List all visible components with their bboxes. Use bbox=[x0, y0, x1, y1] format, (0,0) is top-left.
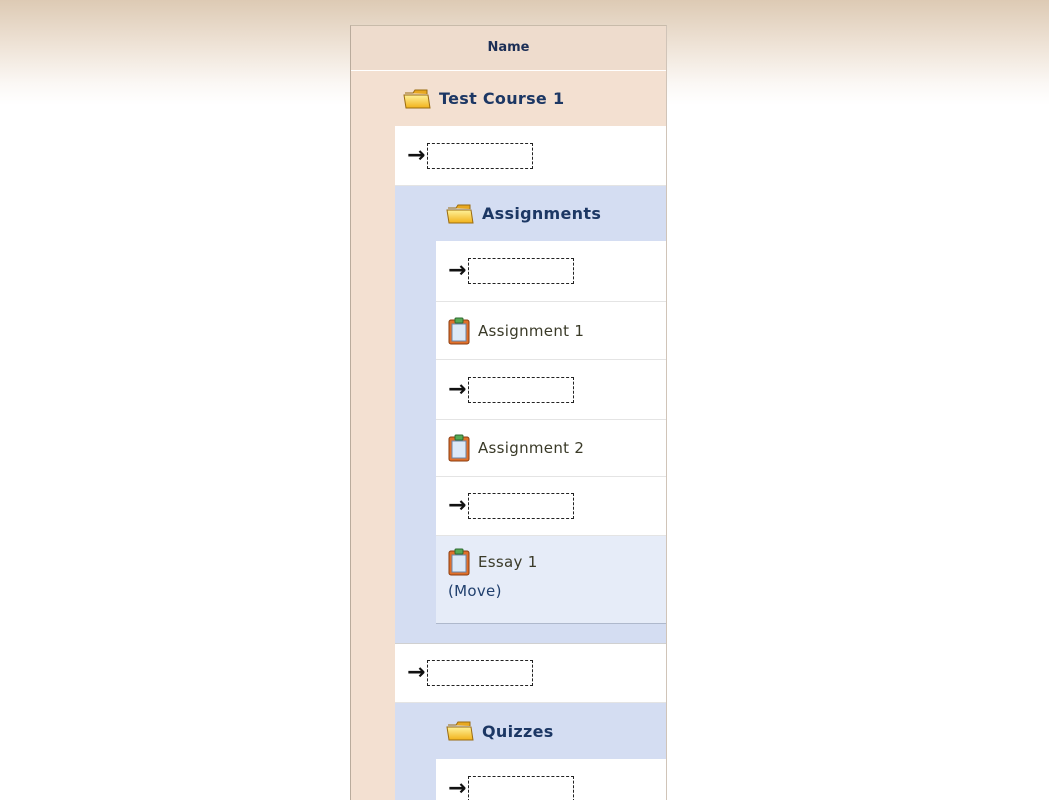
drop-target-row[interactable]: → bbox=[436, 360, 666, 420]
folder-label: Assignments bbox=[482, 204, 601, 223]
folder-assignments[interactable]: Assignments bbox=[446, 186, 666, 241]
arrow-right-icon: → bbox=[448, 379, 466, 401]
folder-icon bbox=[446, 203, 474, 225]
folder-icon bbox=[403, 88, 431, 110]
folder-label: Test Course 1 bbox=[439, 89, 564, 108]
arrow-right-icon: → bbox=[448, 260, 466, 282]
arrow-right-icon: → bbox=[407, 662, 425, 684]
column-header-name[interactable]: Name bbox=[351, 26, 666, 71]
drop-target-row[interactable]: → bbox=[436, 759, 666, 800]
drop-target-box[interactable] bbox=[427, 143, 533, 169]
move-link[interactable]: (Move) bbox=[448, 582, 502, 600]
drop-target-box[interactable] bbox=[468, 493, 574, 519]
list-item-assignment-2[interactable]: Assignment 2 bbox=[436, 420, 666, 477]
folder-icon bbox=[446, 720, 474, 742]
course-tree: Name Test Course 1 → Assignments → bbox=[350, 25, 667, 800]
folder-label: Quizzes bbox=[482, 722, 554, 741]
item-label: Assignment 2 bbox=[478, 439, 584, 457]
clipboard-icon bbox=[448, 317, 470, 345]
item-label: Essay 1 bbox=[478, 553, 538, 571]
clipboard-icon bbox=[448, 548, 470, 576]
list-item-assignment-1[interactable]: Assignment 1 bbox=[436, 302, 666, 360]
arrow-right-icon: → bbox=[448, 778, 466, 800]
drop-target-box[interactable] bbox=[468, 377, 574, 403]
drop-target-row[interactable]: → bbox=[436, 477, 666, 536]
arrow-right-icon: → bbox=[448, 495, 466, 517]
folder-test-course-1[interactable]: Test Course 1 bbox=[403, 71, 666, 126]
drop-target-box[interactable] bbox=[468, 258, 574, 284]
drop-target-row[interactable]: → bbox=[395, 126, 666, 186]
arrow-right-icon: → bbox=[407, 145, 425, 167]
drop-target-row[interactable]: → bbox=[395, 643, 666, 703]
list-item-essay-1[interactable]: Essay 1 (Move) bbox=[436, 536, 666, 624]
clipboard-icon bbox=[448, 434, 470, 462]
drop-target-box[interactable] bbox=[427, 660, 533, 686]
drop-target-row[interactable]: → bbox=[436, 241, 666, 302]
folder-quizzes[interactable]: Quizzes bbox=[446, 703, 666, 759]
item-label: Assignment 1 bbox=[478, 322, 584, 340]
drop-target-box[interactable] bbox=[468, 776, 574, 800]
